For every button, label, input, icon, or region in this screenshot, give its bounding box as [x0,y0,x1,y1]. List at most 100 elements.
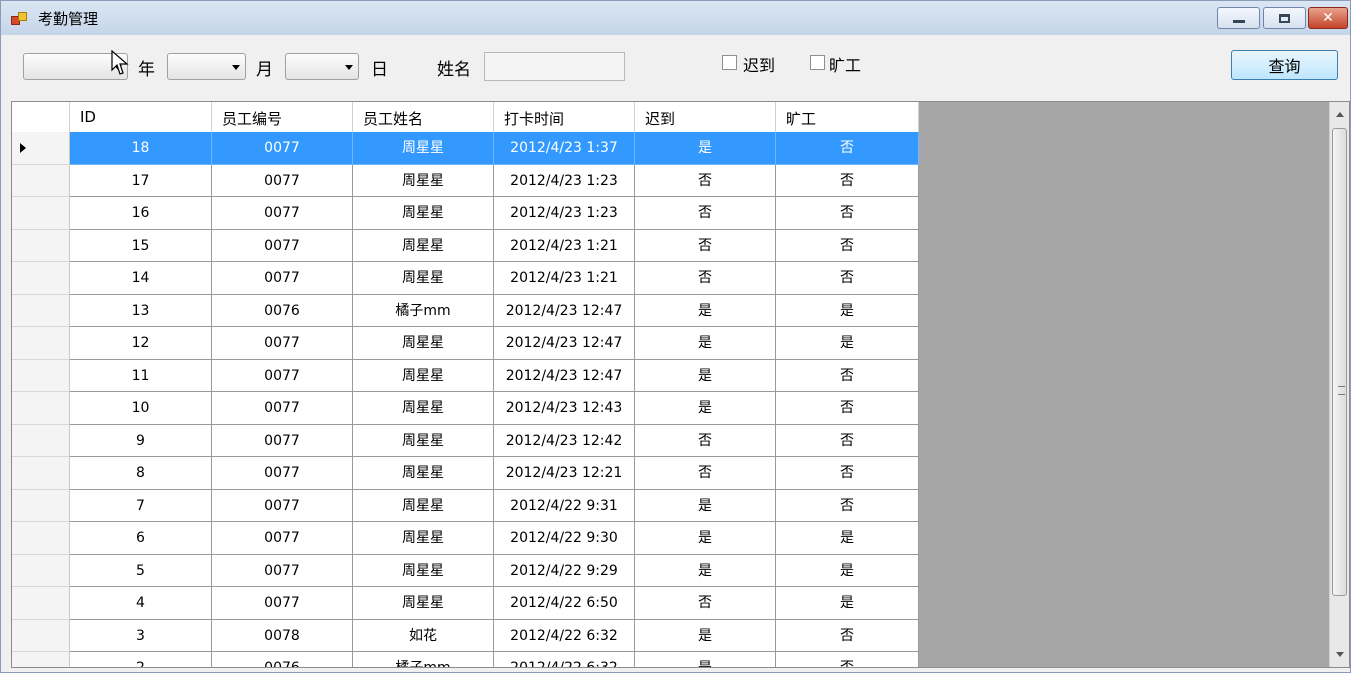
table-cell[interactable]: 2012/4/22 9:30 [494,522,635,555]
table-cell[interactable]: 0077 [212,554,353,587]
table-cell[interactable]: 17 [70,164,212,197]
table-cell[interactable]: 0077 [212,522,353,555]
table-cell[interactable]: 2012/4/22 6:32 [494,652,635,667]
table-row[interactable]: 5 0077 周星星 2012/4/22 9:29 是是 [70,554,919,587]
table-cell[interactable]: 周星星 [353,164,494,197]
table-row[interactable]: 7 0077 周星星 2012/4/22 9:31 是否 [70,489,919,522]
table-cell[interactable]: 是 [635,489,776,522]
table-row[interactable]: 9 0077 周星星 2012/4/23 12:42 否否 [70,424,919,457]
table-cell[interactable]: 是 [635,652,776,667]
table-cell[interactable]: 2012/4/23 1:23 [494,197,635,230]
table-row[interactable]: 11 0077 周星星 2012/4/23 12:47 是否 [70,359,919,392]
table-cell[interactable]: 否 [776,457,919,490]
table-row[interactable]: 14 0077 周星星 2012/4/23 1:21 否否 [70,262,919,295]
row-header[interactable] [12,229,70,262]
row-header[interactable] [12,197,70,230]
row-header[interactable] [12,294,70,327]
row-header[interactable] [12,457,70,490]
table-row[interactable]: 12 0077 周星星 2012/4/23 12:47 是是 [70,327,919,360]
table-cell[interactable]: 2012/4/23 12:43 [494,392,635,425]
table-cell[interactable]: 橘子mm [353,652,494,667]
table-cell[interactable]: 0077 [212,489,353,522]
row-header[interactable] [12,619,70,652]
table-cell[interactable]: 是 [635,327,776,360]
row-header[interactable] [12,652,70,667]
row-header[interactable] [12,587,70,620]
table-row[interactable]: 18 0077 周星星 2012/4/23 1:37 是否 [70,132,919,165]
table-cell[interactable]: 否 [635,587,776,620]
table-cell[interactable]: 0077 [212,327,353,360]
row-header[interactable] [12,392,70,425]
table-cell[interactable]: 2012/4/23 12:47 [494,327,635,360]
table-cell[interactable]: 是 [635,392,776,425]
table-cell[interactable]: 是 [635,359,776,392]
late-checkbox[interactable] [722,55,737,70]
table-cell[interactable]: 橘子mm [353,294,494,327]
table-cell[interactable]: 0077 [212,197,353,230]
table-cell[interactable]: 2012/4/23 1:21 [494,262,635,295]
table-cell[interactable]: 是 [776,522,919,555]
table-cell[interactable]: 否 [635,197,776,230]
table-cell[interactable]: 5 [70,554,212,587]
table-row[interactable]: 2 0076 橘子mm 2012/4/22 6:32 是否 [70,652,919,667]
table-cell[interactable]: 2012/4/22 6:32 [494,619,635,652]
table-cell[interactable]: 周星星 [353,489,494,522]
row-header[interactable] [12,522,70,555]
table-cell[interactable]: 0077 [212,132,353,165]
table-cell[interactable]: 15 [70,229,212,262]
table-cell[interactable]: 0077 [212,424,353,457]
table-row[interactable]: 3 0078 如花 2012/4/22 6:32 是否 [70,619,919,652]
table-cell[interactable]: 周星星 [353,327,494,360]
table-cell[interactable]: 是 [776,294,919,327]
table-cell[interactable]: 7 [70,489,212,522]
row-header[interactable] [12,424,70,457]
close-button[interactable]: ✕ [1308,7,1348,29]
row-header[interactable] [12,359,70,392]
attendance-grid[interactable]: ID 员工编号 员工姓名 打卡时间 迟到 旷工 18 0077 周星星 2012/4/23 1:… [11,101,1350,668]
table-cell[interactable]: 周星星 [353,457,494,490]
table-cell[interactable]: 4 [70,587,212,620]
table-cell[interactable]: 否 [635,164,776,197]
day-select[interactable] [285,53,359,80]
table-row[interactable]: 17 0077 周星星 2012/4/23 1:23 否否 [70,164,919,197]
table-cell[interactable]: 0077 [212,229,353,262]
table-cell[interactable]: 否 [635,457,776,490]
query-button[interactable]: 查询 [1231,50,1338,80]
column-header[interactable]: 员工姓名 [353,102,494,132]
table-row[interactable]: 10 0077 周星星 2012/4/23 12:43 是否 [70,392,919,425]
table-cell[interactable]: 是 [776,587,919,620]
column-header[interactable]: ID [70,102,212,132]
table-cell[interactable]: 否 [776,392,919,425]
table-cell[interactable]: 3 [70,619,212,652]
table-row[interactable]: 6 0077 周星星 2012/4/22 9:30 是是 [70,522,919,555]
table-cell[interactable]: 周星星 [353,132,494,165]
table-cell[interactable]: 是 [635,132,776,165]
table-cell[interactable]: 否 [776,262,919,295]
scroll-down-icon[interactable] [1336,652,1344,657]
table-cell[interactable]: 2012/4/23 12:21 [494,457,635,490]
table-cell[interactable]: 是 [635,294,776,327]
table-cell[interactable]: 周星星 [353,522,494,555]
table-row[interactable]: 4 0077 周星星 2012/4/22 6:50 否是 [70,587,919,620]
table-cell[interactable]: 11 [70,359,212,392]
table-cell[interactable]: 是 [635,554,776,587]
table-cell[interactable]: 9 [70,424,212,457]
late-checkbox-label[interactable]: 迟到 [743,52,775,76]
table-row[interactable]: 8 0077 周星星 2012/4/23 12:21 否否 [70,457,919,490]
column-header[interactable]: 员工编号 [212,102,353,132]
table-cell[interactable]: 否 [776,359,919,392]
table-cell[interactable]: 14 [70,262,212,295]
table-cell[interactable]: 是 [635,619,776,652]
table-cell[interactable]: 2012/4/23 12:47 [494,294,635,327]
table-cell[interactable]: 2012/4/23 12:47 [494,359,635,392]
table-cell[interactable]: 0077 [212,164,353,197]
row-header[interactable] [12,554,70,587]
table-cell[interactable]: 2012/4/22 6:50 [494,587,635,620]
table-cell[interactable]: 否 [776,197,919,230]
table-cell[interactable]: 否 [776,424,919,457]
table-cell[interactable]: 周星星 [353,359,494,392]
table-cell[interactable]: 0077 [212,587,353,620]
absent-checkbox-label[interactable]: 旷工 [829,52,861,76]
table-cell[interactable]: 否 [776,164,919,197]
row-header[interactable] [12,132,70,165]
